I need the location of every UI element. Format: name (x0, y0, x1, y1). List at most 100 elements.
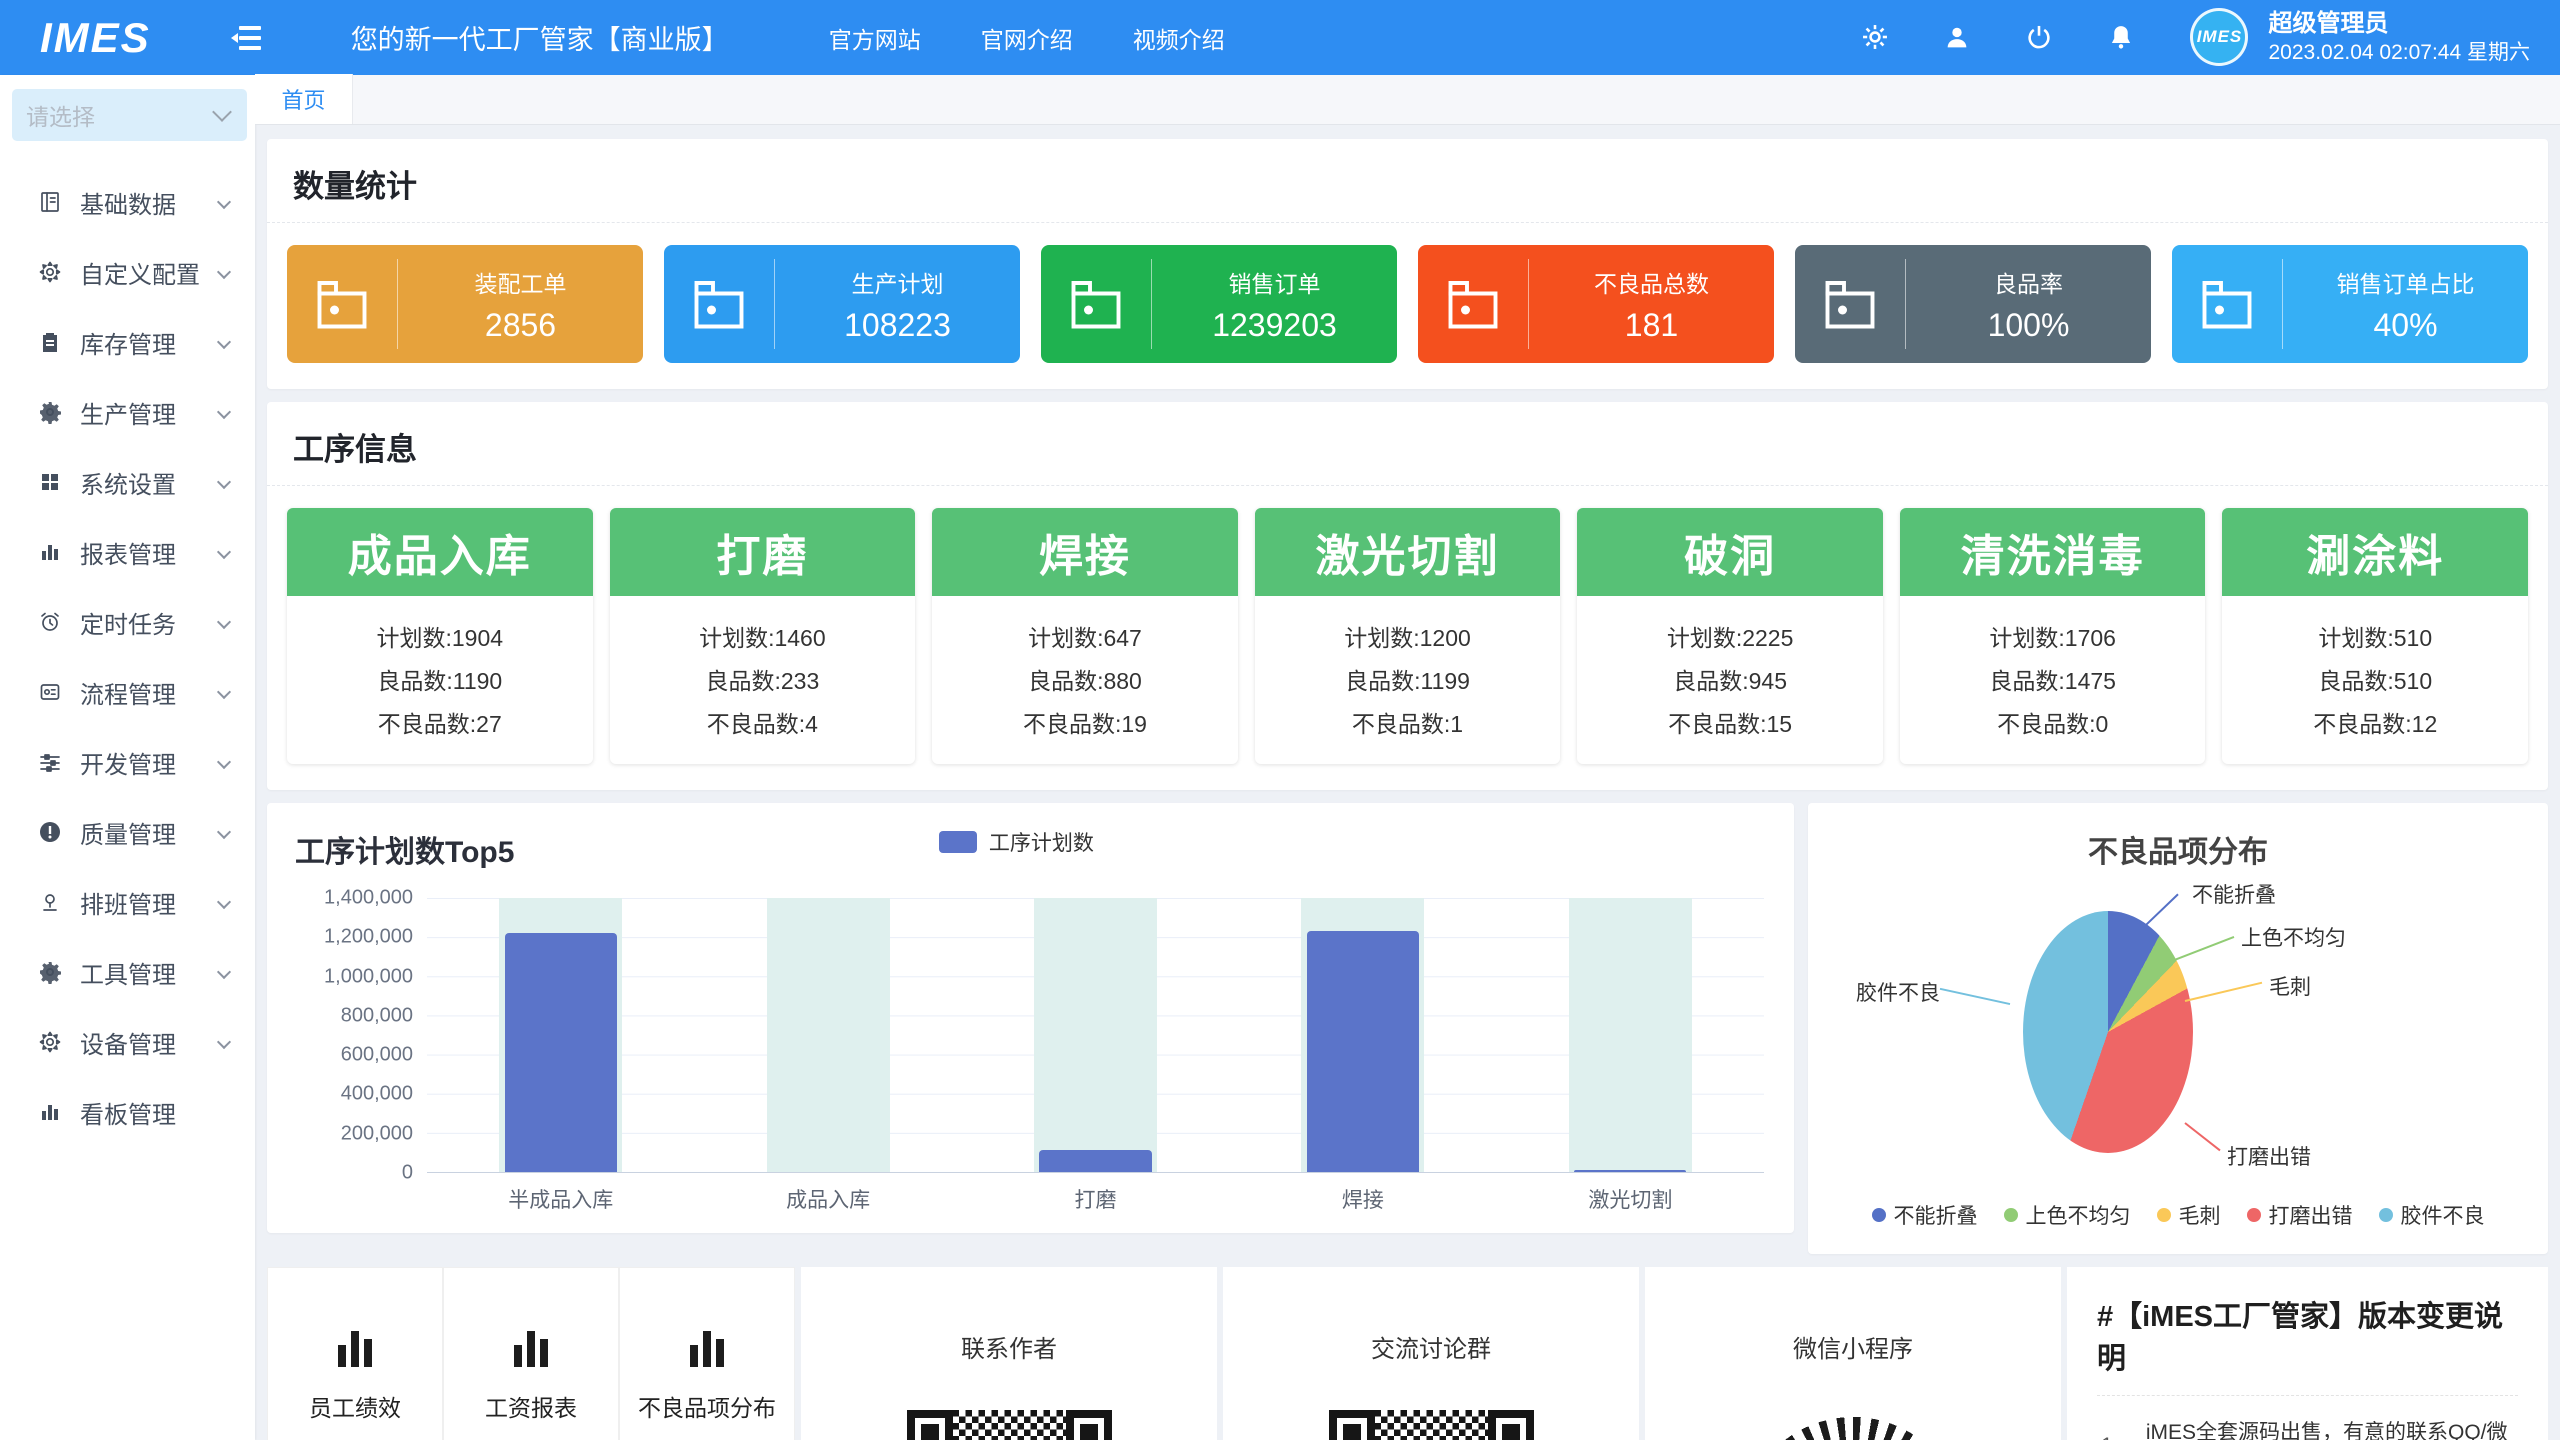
legend-item[interactable]: 毛刺 (2157, 1200, 2221, 1230)
pie-legend: 不能折叠 上色不均匀 毛刺 打磨出错 胶件不良 (1828, 1200, 2528, 1230)
sidebar-item-custom-config[interactable]: 自定义配置 (0, 237, 255, 307)
legend-item[interactable]: 打磨出错 (2247, 1200, 2353, 1230)
qr-title: 交流讨论群 (1371, 1329, 1491, 1364)
defect-count: 不良品数:1 (1263, 705, 1553, 739)
cog-icon (38, 400, 62, 424)
stat-label: 生产计划 (775, 265, 1020, 299)
report-salary[interactable]: 工资报表 (443, 1267, 619, 1440)
sidebar-item-basic-data[interactable]: 基础数据 (0, 167, 255, 237)
defect-count: 不良品数:19 (940, 705, 1230, 739)
pie-chart-panel: 不良品项分布 不能折叠 上色不均匀 毛刺 打磨出错 (1808, 803, 2548, 1254)
legend-item[interactable]: 上色不均匀 (2004, 1200, 2131, 1230)
pie-leader-lines (1828, 879, 2528, 1184)
bar-chart-icon (514, 1331, 548, 1367)
workflow-icon (38, 680, 62, 704)
bar-chart-plot: 半成品入库 成品入库 打磨 焊接 激光切割 (427, 898, 1764, 1173)
stats-title: 数量统计 (267, 139, 2548, 223)
nav-official-site[interactable]: 官方网站 (829, 21, 921, 55)
plan-count: 计划数:2225 (1585, 619, 1875, 653)
bar-chart-icon (338, 1331, 372, 1367)
sidebar-item-production[interactable]: 生产管理 (0, 377, 255, 447)
sidebar-item-workflow[interactable]: 流程管理 (0, 657, 255, 727)
alarm-clock-icon (38, 610, 62, 634)
folder-icon (1041, 268, 1151, 340)
sidebar-item-label: 自定义配置 (80, 255, 200, 290)
sidebar-item-inventory[interactable]: 库存管理 (0, 307, 255, 377)
sidebar-item-equipment[interactable]: 设备管理 (0, 1007, 255, 1077)
chevron-down-icon (217, 475, 231, 489)
changelog-num: 1 (2101, 1434, 2120, 1440)
user-avatar[interactable]: IMES (2190, 8, 2248, 66)
legend-dot (2004, 1208, 2018, 1222)
person-icon (38, 890, 62, 914)
sidebar-item-scheduled-tasks[interactable]: 定时任务 (0, 587, 255, 657)
sidebar-item-dev-mgmt[interactable]: 开发管理 (0, 727, 255, 797)
stat-card-defect-total[interactable]: 不良品总数 181 (1418, 245, 1774, 363)
bar-chart-icon (690, 1331, 724, 1367)
stat-value: 40% (2283, 307, 2528, 344)
stat-card-assembly-orders[interactable]: 装配工单2856 (287, 245, 643, 363)
process-name: 涮涂料 (2222, 508, 2528, 596)
plan-count: 计划数:1706 (1908, 619, 2198, 653)
menu-search-select[interactable]: 请选择 (12, 89, 247, 141)
sidebar-item-tool-mgmt[interactable]: 工具管理 (0, 937, 255, 1007)
nav-video-intro[interactable]: 视频介绍 (1133, 21, 1225, 55)
y-axis-tick: 600,000 (341, 1044, 413, 1067)
author-qr-code (907, 1410, 1112, 1440)
collapse-menu-icon[interactable] (231, 26, 261, 50)
sidebar-item-label: 设备管理 (80, 1025, 176, 1060)
chevron-down-icon (217, 335, 231, 349)
stat-card-yield-rate[interactable]: 良品率100% (1795, 245, 2151, 363)
stat-card-production-plans[interactable]: 生产计划 108223 (664, 245, 1020, 363)
legend-item[interactable]: 不能折叠 (1872, 1200, 1978, 1230)
stat-label: 不良品总数 (1529, 265, 1774, 299)
stat-label: 销售订单占比 (2283, 265, 2528, 299)
y-axis-tick: 1,400,000 (324, 887, 413, 910)
tab-home[interactable]: 首页 (255, 74, 353, 124)
settings-gear-icon[interactable] (1862, 24, 1888, 50)
process-card: 清洗消毒 计划数:1706良品数:1475不良品数:0 (1900, 508, 2206, 764)
tool-cog-icon (38, 960, 62, 984)
good-count: 良品数:1199 (1263, 662, 1553, 696)
sidebar-item-report-mgmt[interactable]: 报表管理 (0, 517, 255, 587)
process-card: 焊接 计划数:647良品数:880不良品数:19 (932, 508, 1238, 764)
legend-label: 上色不均匀 (2026, 1200, 2131, 1230)
nav-site-intro[interactable]: 官网介绍 (981, 21, 1073, 55)
pie-chart-title: 不良品项分布 (1828, 827, 2528, 871)
bar-chart-legend[interactable]: 工序计划数 (939, 827, 1094, 857)
datetime: 2023.02.04 02:07:44 星期六 (2268, 39, 2530, 66)
bar-welding (1307, 931, 1419, 1172)
sidebar-item-system-settings[interactable]: 系统设置 (0, 447, 255, 517)
bar-chart-panel: 工序计划数Top5 工序计划数 1,400,000 1,200,000 1,00… (267, 803, 1794, 1233)
pie-label: 胶件不良 (1856, 977, 1940, 1007)
changelog-text: iMES全套源码出售，有意的联系QQ/微信：514224717 (2146, 1416, 2514, 1440)
pie-label: 打磨出错 (2227, 1141, 2311, 1171)
gear-outline-icon (38, 260, 62, 284)
sidebar-item-kanban[interactable]: 看板管理 (0, 1077, 255, 1147)
legend-dot (2379, 1208, 2393, 1222)
sliders-icon (38, 750, 62, 774)
stat-card-sales-orders[interactable]: 销售订单1239203 (1041, 245, 1397, 363)
sidebar-item-quality[interactable]: 质量管理 (0, 797, 255, 867)
chevron-down-icon (217, 755, 231, 769)
process-card: 成品入库 计划数:1904良品数:1190不良品数:27 (287, 508, 593, 764)
stat-value: 108223 (775, 307, 1020, 344)
report-defect-distribution[interactable]: 不良品项分布 (619, 1267, 795, 1440)
miniprogram-qr-code: IMES S (1728, 1404, 1978, 1440)
power-icon[interactable] (2026, 24, 2052, 50)
stat-value: 181 (1529, 307, 1774, 344)
stat-card-sales-ratio[interactable]: 销售订单占比 40% (2172, 245, 2528, 363)
legend-item[interactable]: 胶件不良 (2379, 1200, 2485, 1230)
legend-label: 胶件不良 (2401, 1200, 2485, 1230)
pie-label: 毛刺 (2269, 971, 2311, 1001)
y-axis-tick: 200,000 (341, 1122, 413, 1145)
qr-title: 微信小程序 (1793, 1329, 1913, 1364)
stat-label: 良品率 (1906, 265, 2151, 299)
folder-icon (1418, 268, 1528, 340)
top-nav: 官方网站 官网介绍 视频介绍 (829, 21, 1225, 55)
user-icon[interactable] (1944, 24, 1970, 50)
bell-icon[interactable] (2108, 24, 2134, 50)
sidebar-item-label: 生产管理 (80, 395, 176, 430)
sidebar-item-shift-mgmt[interactable]: 排班管理 (0, 867, 255, 937)
report-employee-performance[interactable]: 员工绩效 (267, 1267, 443, 1440)
